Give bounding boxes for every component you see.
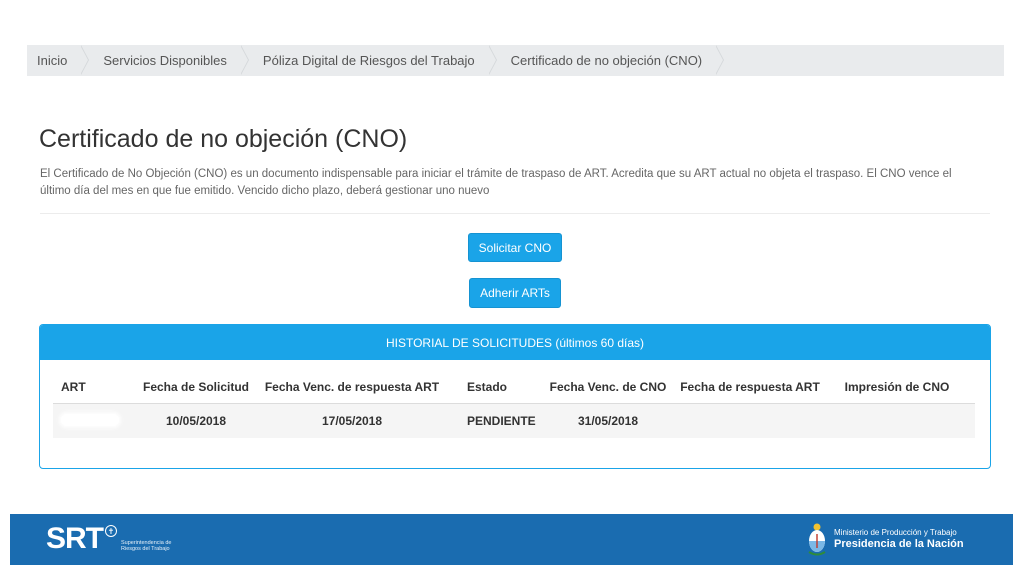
breadcrumb-separator (80, 44, 90, 75)
column-header-impresion: Impresión de CNO (844, 379, 950, 394)
srt-logo-text: SRT (46, 522, 104, 555)
breadcrumb-item-inicio[interactable]: Inicio (27, 44, 90, 76)
srt-logo: SRT ✝ Superintendencia de Riesgos del Tr… (46, 524, 171, 554)
breadcrumb-separator (487, 44, 497, 75)
breadcrumb-item-servicios[interactable]: Servicios Disponibles (81, 44, 249, 76)
page-title: Certificado de no objeción (CNO) (39, 125, 408, 153)
divider (40, 213, 990, 214)
coat-of-arms-icon (808, 523, 826, 556)
cell-art (53, 413, 135, 429)
column-header-estado: Estado (467, 379, 508, 394)
history-panel: HISTORIAL DE SOLICITUDES (últimos 60 día… (39, 324, 991, 469)
column-header-art: ART (61, 379, 86, 394)
government-text: Ministerio de Producción y Trabajo Presi… (834, 528, 964, 551)
cell-fecha-venc-respuesta: 17/05/2018 (321, 414, 383, 428)
srt-subtitle: Superintendencia de Riesgos del Trabajo (121, 540, 171, 552)
column-header-fecha-venc-cno: Fecha Venc. de CNO (549, 379, 667, 394)
breadcrumb-separator (239, 44, 249, 75)
column-header-fecha-respuesta: Fecha de respuesta ART (680, 379, 820, 394)
ministry-name: Ministerio de Producción y Trabajo (834, 527, 957, 537)
breadcrumb-label: Servicios Disponibles (103, 53, 227, 68)
government-logo: Ministerio de Producción y Trabajo Presi… (806, 522, 964, 556)
cell-fecha-venc-cno: 31/05/2018 (577, 414, 639, 428)
table-row: 10/05/2018 17/05/2018 PENDIENTE 31/05/20… (53, 404, 975, 438)
column-header-fecha-venc-respuesta: Fecha Venc. de respuesta ART (264, 379, 440, 394)
history-panel-heading: HISTORIAL DE SOLICITUDES (últimos 60 día… (40, 325, 990, 360)
breadcrumb-label: Inicio (37, 53, 68, 68)
breadcrumb-item-current: Certificado de no objeción (CNO) (489, 44, 725, 76)
cell-fecha-solicitud: 10/05/2018 (165, 414, 227, 428)
breadcrumb-separator (715, 44, 725, 75)
redacted-art-name (61, 413, 119, 426)
cross-icon: ✝ (105, 525, 117, 537)
presidency-name: Presidencia de la Nación (834, 537, 964, 550)
footer: SRT ✝ Superintendencia de Riesgos del Tr… (10, 514, 1013, 565)
breadcrumb-label: Póliza Digital de Riesgos del Trabajo (262, 53, 475, 68)
column-header-fecha-solicitud: Fecha de Solicitud (142, 379, 250, 394)
srt-subtitle-line2: Riesgos del Trabajo (121, 546, 170, 552)
breadcrumb: Inicio Servicios Disponibles Póliza Digi… (27, 44, 1004, 76)
history-table: ART Fecha de Solicitud Fecha Venc. de re… (53, 370, 975, 438)
adherir-arts-button[interactable]: Adherir ARTs (469, 278, 561, 308)
page-description: El Certificado de No Objeción (CNO) es u… (40, 168, 952, 197)
breadcrumb-item-poliza[interactable]: Póliza Digital de Riesgos del Trabajo (241, 44, 497, 76)
solicitar-cno-button[interactable]: Solicitar CNO (468, 233, 562, 262)
breadcrumb-label: Certificado de no objeción (CNO) (510, 53, 703, 68)
table-header: ART Fecha de Solicitud Fecha Venc. de re… (53, 370, 975, 404)
cell-estado: PENDIENTE (467, 414, 536, 428)
